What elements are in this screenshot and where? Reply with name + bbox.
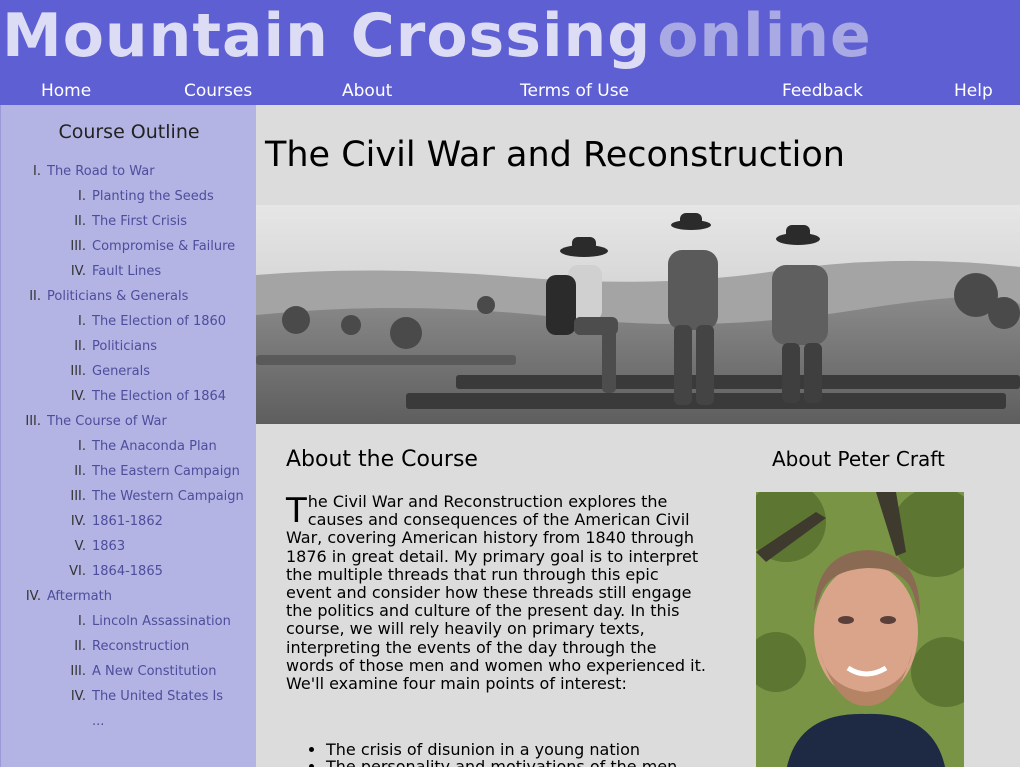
outline-item: VI. 1864-1865	[1, 563, 163, 581]
about-course-body: he Civil War and Reconstruction explores…	[286, 492, 706, 694]
outline-item: II. The First Crisis	[1, 213, 187, 231]
outline-number: V.	[74, 539, 86, 554]
outline-number: IV.	[70, 264, 86, 279]
outline-number: II.	[74, 464, 86, 479]
nav-courses[interactable]: Courses	[184, 80, 252, 102]
outline-item: V. 1863	[1, 538, 125, 556]
outline-item: III. Generals	[1, 363, 150, 381]
outline-item-link[interactable]: Compromise & Failure	[92, 239, 235, 254]
outline-number: I.	[33, 164, 41, 179]
outline-unit-link[interactable]: Aftermath	[47, 589, 112, 604]
outline-number: I.	[78, 614, 86, 629]
outline-item-link[interactable]: The Eastern Campaign	[92, 464, 240, 479]
outline-item: I. Planting the Seeds	[1, 188, 214, 206]
outline-item: II. Politicians	[1, 338, 157, 356]
nav-terms-of-use[interactable]: Terms of Use	[520, 80, 629, 102]
outline-item-more: ...	[1, 713, 104, 731]
outline-item-link[interactable]: Generals	[92, 364, 150, 379]
outline-item-link[interactable]: The Election of 1864	[92, 389, 226, 404]
outline-title: Course Outline	[58, 121, 200, 143]
outline-item-link[interactable]: 1861-1862	[92, 514, 163, 529]
outline-item: IV. The Election of 1864	[1, 388, 226, 406]
outline-item-link[interactable]: 1863	[92, 539, 125, 554]
outline-item-link[interactable]: Reconstruction	[92, 639, 189, 654]
outline-item-link[interactable]: A New Constitution	[92, 664, 217, 679]
outline-item: I. Lincoln Assassination	[1, 613, 231, 631]
outline-item: III. The Western Campaign	[1, 488, 244, 506]
outline-item-link[interactable]: Lincoln Assassination	[92, 614, 231, 629]
about-course-heading: About the Course	[286, 447, 478, 472]
outline-number: IV.	[70, 514, 86, 529]
outline-item: III. A New Constitution	[1, 663, 217, 681]
logo-accent-text: online	[657, 1, 872, 71]
page-title: The Civil War and Reconstruction	[265, 135, 845, 175]
outline-number: III.	[25, 414, 41, 429]
outline-item: IV. 1861-1862	[1, 513, 163, 531]
outline-unit-link[interactable]: The Course of War	[47, 414, 167, 429]
outline-number: II.	[74, 339, 86, 354]
outline-number: III.	[70, 664, 86, 679]
outline-item-link[interactable]: The Election of 1860	[92, 314, 226, 329]
nav-home[interactable]: Home	[41, 80, 91, 102]
outline-item: IV. The United States Is	[1, 688, 223, 706]
topics-list: The crisis of disunion in a young nation…	[326, 741, 726, 767]
outline-unit-link[interactable]: Politicians & Generals	[47, 289, 188, 304]
outline-item: III. Compromise & Failure	[1, 238, 235, 256]
outline-unit: I. The Road to War	[1, 163, 155, 181]
about-course-text: The Civil War and Reconstruction explore…	[286, 491, 706, 694]
site-logo[interactable]: Mountain Crossing online	[2, 0, 872, 72]
outline-item-link[interactable]: 1864-1865	[92, 564, 163, 579]
outline-unit: III. The Course of War	[1, 413, 167, 431]
dropcap-letter: T	[286, 491, 307, 531]
logo-main-text: Mountain Crossing	[2, 1, 652, 71]
nav-about[interactable]: About	[342, 80, 392, 102]
instructor-portrait-photo	[756, 492, 964, 767]
outline-number: I.	[78, 189, 86, 204]
list-item: The crisis of disunion in a young nation	[326, 741, 726, 758]
outline-item-link[interactable]: Politicians	[92, 339, 157, 354]
list-item: The personality and motivations of the m…	[326, 758, 726, 767]
nav-help[interactable]: Help	[954, 80, 993, 102]
outline-item: I. The Election of 1860	[1, 313, 226, 331]
outline-number: III.	[70, 489, 86, 504]
outline-number: IV.	[70, 389, 86, 404]
outline-item: I. The Anaconda Plan	[1, 438, 217, 456]
nav-feedback[interactable]: Feedback	[782, 80, 863, 102]
main-content: The Civil War and Reconstruction About t…	[256, 105, 1020, 767]
outline-item-link[interactable]: Planting the Seeds	[92, 189, 214, 204]
outline-item: IV. Fault Lines	[1, 263, 161, 281]
outline-item-link[interactable]: The Anaconda Plan	[92, 439, 217, 454]
civil-war-soldiers-photo	[256, 205, 1020, 424]
outline-number: II.	[74, 214, 86, 229]
outline-number: II.	[29, 289, 41, 304]
outline-number: I.	[78, 314, 86, 329]
outline-number: III.	[70, 364, 86, 379]
outline-item: II. Reconstruction	[1, 638, 189, 656]
outline-item-link[interactable]: Fault Lines	[92, 264, 161, 279]
outline-number: III.	[70, 239, 86, 254]
outline-item-link[interactable]: The Western Campaign	[92, 489, 244, 504]
outline-item-link[interactable]: The United States Is	[92, 689, 223, 704]
outline-number: IV.	[70, 689, 86, 704]
outline-item-link[interactable]: The First Crisis	[92, 214, 187, 229]
outline-more-link[interactable]: ...	[92, 714, 104, 729]
site-header: Mountain Crossing online Home Courses Abo…	[0, 0, 1020, 105]
outline-number: VI.	[69, 564, 86, 579]
instructor-heading: About Peter Craft	[772, 447, 945, 471]
outline-item: II. The Eastern Campaign	[1, 463, 240, 481]
outline-number: IV.	[25, 589, 41, 604]
outline-unit: IV. Aftermath	[1, 588, 112, 606]
outline-unit: II. Politicians & Generals	[1, 288, 188, 306]
outline-number: I.	[78, 439, 86, 454]
course-outline-sidebar: Course Outline I. The Road to War I. Plant…	[0, 105, 256, 767]
outline-number: II.	[74, 639, 86, 654]
outline-unit-link[interactable]: The Road to War	[47, 164, 155, 179]
